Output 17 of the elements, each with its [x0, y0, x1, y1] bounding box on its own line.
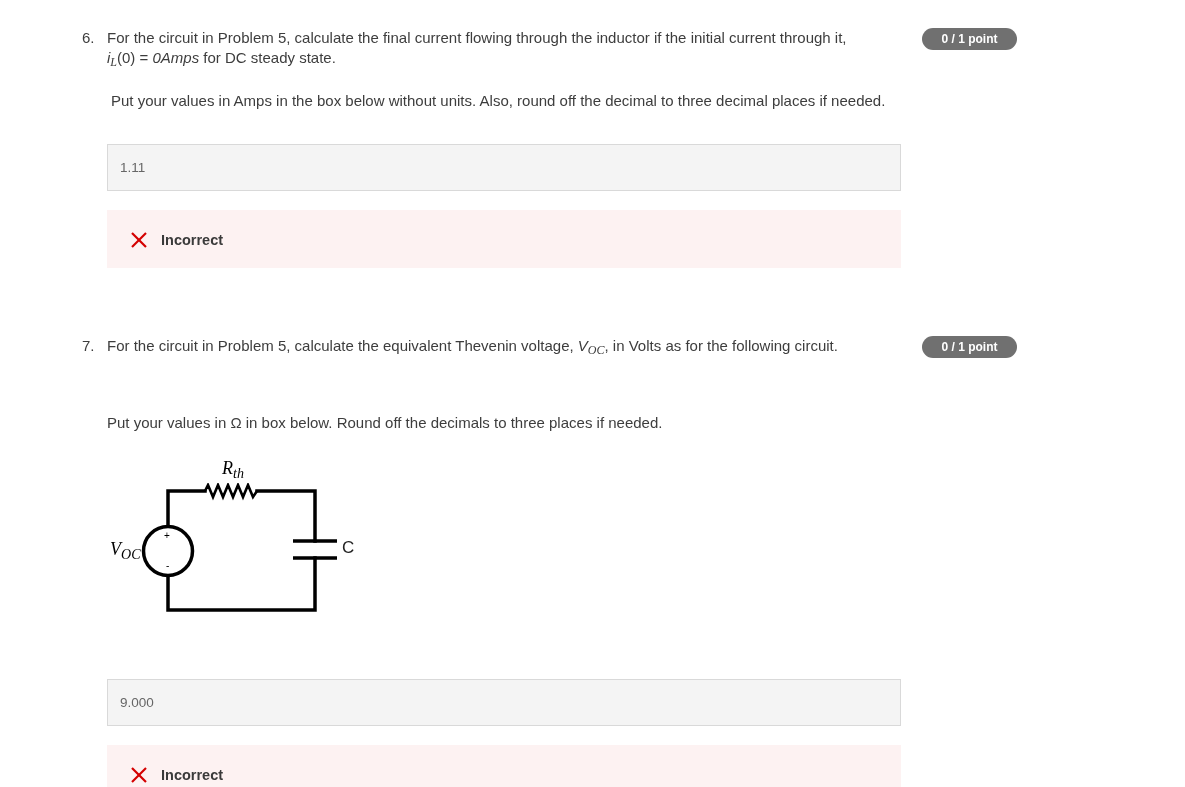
score-badge: 0 / 1 point [922, 336, 1017, 358]
question-number: 6. [82, 28, 96, 48]
question-number: 7. [82, 336, 96, 356]
score-badge: 0 / 1 point [922, 28, 1017, 50]
instructions-text: Put your values in Ω in box below. Round off the decimals to three places if needed. [107, 413, 664, 433]
feedback-label: Incorrect [161, 766, 224, 785]
capacitor-label: C [342, 538, 355, 558]
answer-field[interactable]: 9.000 [107, 679, 901, 726]
source-label: V$_{OC}$ [110, 539, 141, 560]
polarity-label: + [164, 530, 170, 541]
answer-field[interactable]: 1.11 [107, 144, 901, 191]
question-text: For the circuit in Problem 5, calculate the equivalent Thevenin voltage, V$_{OC}$, in Volts as for the following circuit. [107, 336, 839, 356]
question-text: For the circuit in Problem 5, calculate the final current flowing through the inductor if the initial current through it, i$_{L}$(0) = 0Amps for DC steady state. [107, 28, 848, 68]
polarity-label: - [166, 560, 170, 571]
feedback-label: Incorrect [161, 231, 224, 250]
resistor-label: R$_{th}$ [222, 458, 244, 479]
instructions-text: Put your values in Amps in the box below without units. Also, round off the decimal to three decimal places if needed. [110, 91, 887, 111]
